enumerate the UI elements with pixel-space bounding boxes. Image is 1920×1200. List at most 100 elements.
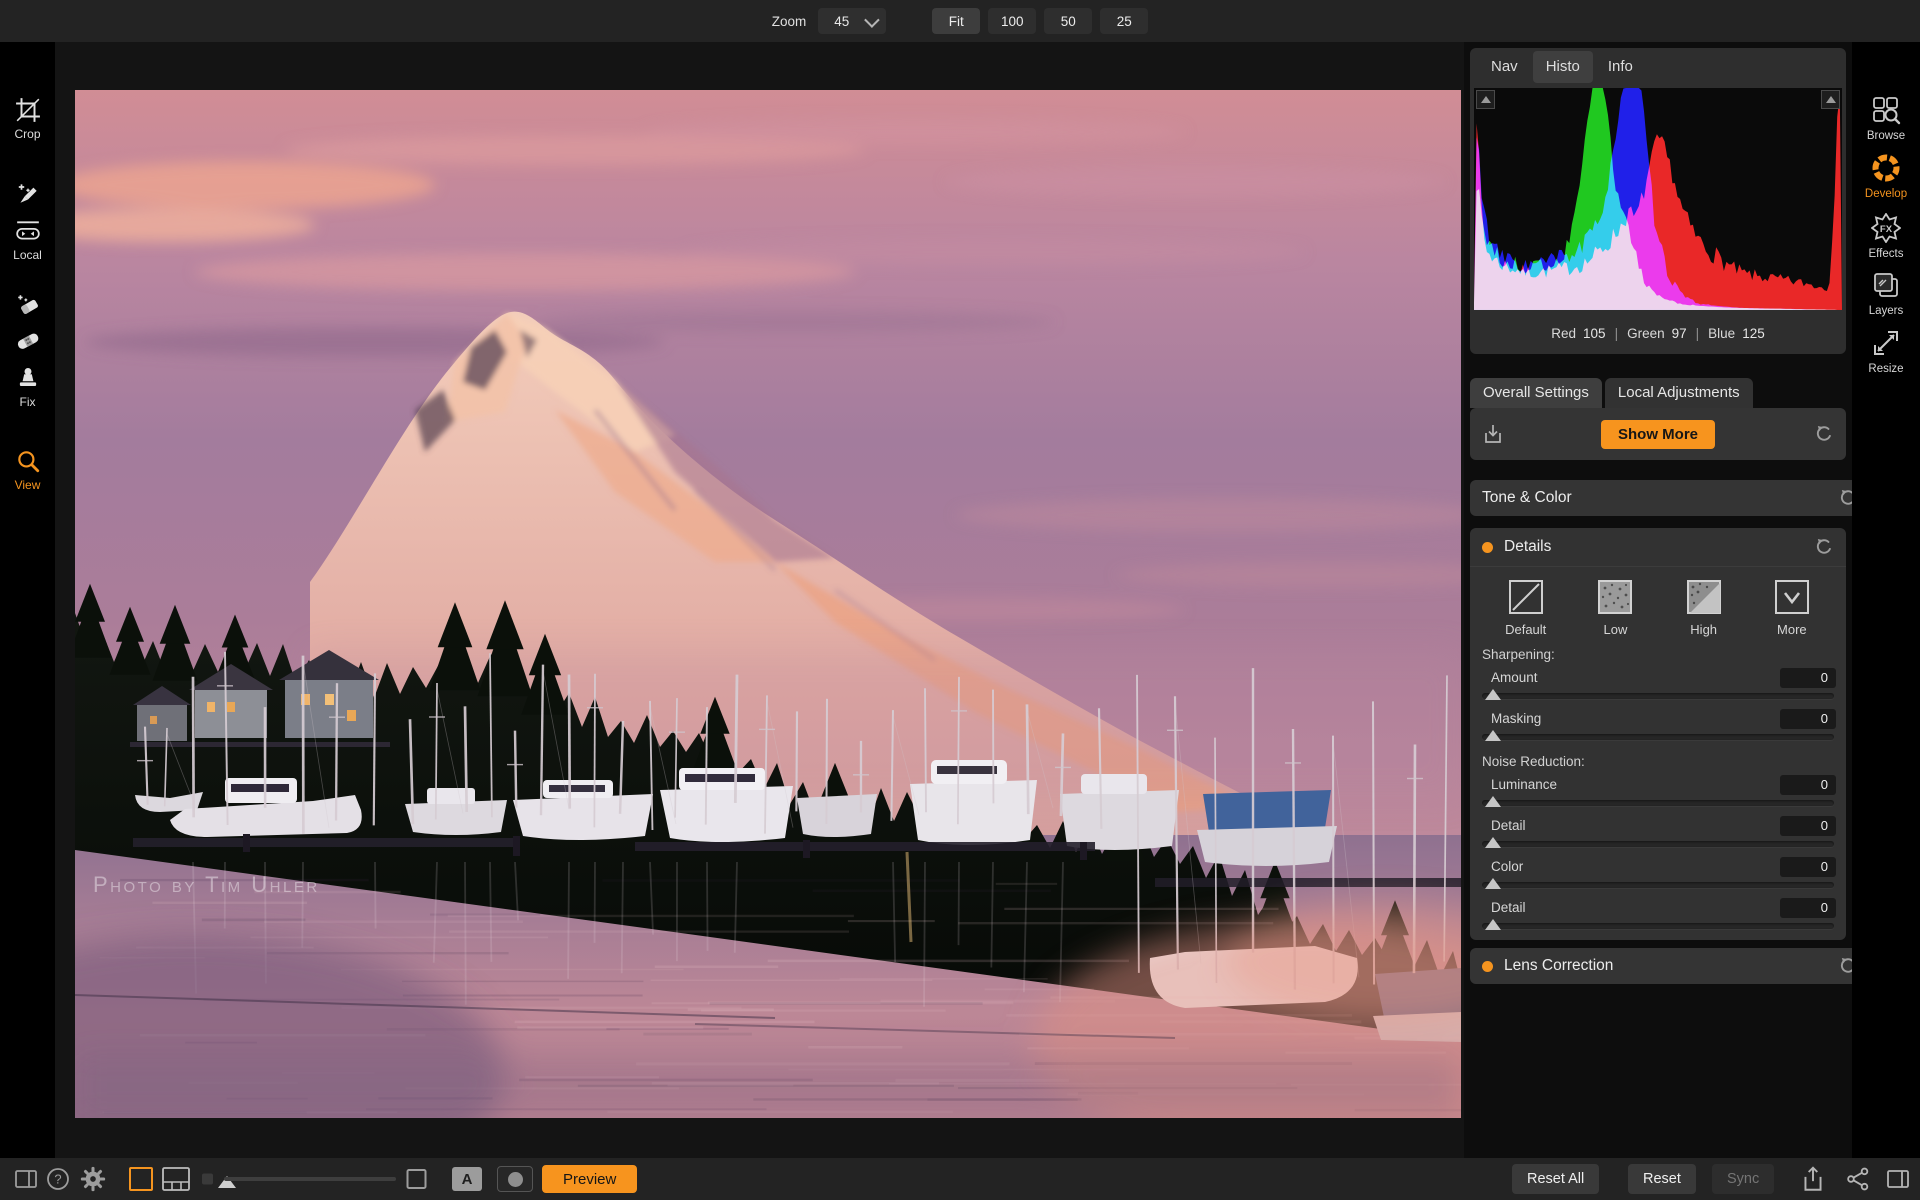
sync-button[interactable]: Sync: [1712, 1164, 1774, 1194]
reset-button[interactable]: Reset: [1628, 1164, 1696, 1194]
zoom-25-button[interactable]: 25: [1100, 8, 1148, 34]
image-canvas: Photo by Tim Uhler: [55, 42, 1464, 1158]
show-more-button[interactable]: Show More: [1601, 420, 1715, 449]
toggle-right-panel-button[interactable]: [1886, 1168, 1910, 1190]
healing-brush-icon: [15, 328, 41, 354]
undo-icon: [1815, 425, 1834, 444]
tab-info[interactable]: Info: [1595, 51, 1646, 83]
preset-more[interactable]: More: [1773, 578, 1811, 637]
local-brush-tool[interactable]: [0, 180, 55, 206]
more-preset-icon: [1773, 578, 1811, 616]
view-tool[interactable]: View: [0, 448, 55, 492]
slider-value[interactable]: 0: [1780, 668, 1836, 688]
detail-slider[interactable]: [1482, 841, 1834, 847]
slider-value[interactable]: 0: [1780, 857, 1836, 877]
slider-handle[interactable]: [1485, 837, 1501, 848]
shadow-clipping-indicator[interactable]: [1476, 90, 1495, 109]
slider-row-luminance: Luminance 0: [1470, 773, 1846, 796]
export-button[interactable]: [1800, 1165, 1826, 1193]
help-button[interactable]: ?: [46, 1167, 70, 1191]
preset-low[interactable]: Low: [1596, 578, 1634, 637]
blue-label: Blue: [1708, 326, 1735, 341]
slider-handle[interactable]: [1485, 919, 1501, 930]
enabled-indicator-icon[interactable]: [1482, 542, 1493, 553]
detail2-slider[interactable]: [1482, 923, 1834, 929]
panel-right-icon: [1886, 1168, 1910, 1190]
zoom-50-button[interactable]: 50: [1044, 8, 1092, 34]
share-button[interactable]: [1845, 1166, 1871, 1192]
default-preset-icon: [1507, 578, 1545, 616]
module-strip: Browse Develop FX Effects Layers Resize: [1852, 42, 1920, 1158]
top-toolbar: Zoom 45 Fit 100 50 25: [0, 0, 1920, 42]
mask-view-button[interactable]: [497, 1166, 533, 1192]
amount-slider[interactable]: [1482, 693, 1834, 699]
tab-overall-settings[interactable]: Overall Settings: [1470, 378, 1602, 408]
slider-value[interactable]: 0: [1780, 775, 1836, 795]
tab-histo[interactable]: Histo: [1533, 51, 1593, 83]
perfect-eraser-tool[interactable]: [0, 292, 55, 318]
import-preset-button[interactable]: [1482, 423, 1504, 445]
module-browse[interactable]: Browse: [1852, 95, 1920, 142]
slider-handle[interactable]: [1485, 878, 1501, 889]
slider-handle[interactable]: [1485, 796, 1501, 807]
zoom-fit-button[interactable]: Fit: [932, 8, 980, 34]
local-adjustments-tool[interactable]: Local: [0, 218, 55, 262]
preset-default[interactable]: Default: [1505, 578, 1546, 637]
slider-value[interactable]: 0: [1780, 709, 1836, 729]
tool-sidebar: Crop Local: [0, 42, 55, 1158]
lens-correction-section[interactable]: Lens Correction: [1470, 948, 1870, 984]
slider-handle[interactable]: [1485, 730, 1501, 741]
compare-view-button[interactable]: [405, 1168, 428, 1191]
histogram-chart: [1474, 88, 1842, 310]
layers-icon: [1871, 270, 1901, 300]
clone-stamp-tool[interactable]: Fix: [0, 365, 55, 409]
slider-value[interactable]: 0: [1780, 816, 1836, 836]
reset-presets-button[interactable]: [1815, 425, 1834, 444]
preview-button[interactable]: Preview: [542, 1165, 637, 1193]
zoom-level-value: 45: [834, 14, 849, 29]
zoom-100-button[interactable]: 100: [988, 8, 1036, 34]
crop-tool[interactable]: Crop: [0, 97, 55, 141]
crop-icon: [15, 97, 41, 123]
accessibility-badge[interactable]: A: [452, 1167, 482, 1191]
details-header[interactable]: Details: [1470, 528, 1846, 567]
svg-text:?: ?: [54, 1172, 61, 1187]
masking-slider[interactable]: [1482, 734, 1834, 740]
module-effects[interactable]: FX Effects: [1852, 213, 1920, 260]
filmstrip-zoom-slider[interactable]: [224, 1177, 396, 1181]
app-window: { "colors": {"accent": "#f5941f", "butto…: [0, 0, 1920, 1200]
resize-icon: [1871, 328, 1901, 358]
tone-color-section[interactable]: Tone & Color: [1470, 480, 1870, 516]
help-icon: ?: [46, 1167, 70, 1191]
color-slider[interactable]: [1482, 882, 1834, 888]
zoom-level-dropdown[interactable]: 45: [818, 8, 886, 34]
reset-all-button[interactable]: Reset All: [1512, 1164, 1599, 1194]
toggle-left-panel-button[interactable]: [14, 1168, 38, 1190]
preset-high[interactable]: High: [1685, 578, 1723, 637]
slider-value[interactable]: 0: [1780, 898, 1836, 918]
preset-label: Default: [1505, 622, 1546, 637]
reset-details-button[interactable]: [1815, 538, 1834, 557]
filmstrip-view-button[interactable]: [161, 1166, 191, 1192]
resize-label: Resize: [1868, 363, 1903, 375]
single-view-button[interactable]: [129, 1167, 153, 1191]
enabled-indicator-icon[interactable]: [1482, 961, 1493, 972]
tab-nav[interactable]: Nav: [1478, 51, 1531, 83]
module-develop[interactable]: Develop: [1852, 153, 1920, 200]
view-icon: [15, 448, 41, 474]
luminance-slider[interactable]: [1482, 800, 1834, 806]
slider-handle[interactable]: [1485, 689, 1501, 700]
separator: |: [1613, 326, 1621, 341]
zoom-preset-group: Fit 100 50 25: [932, 8, 1148, 34]
fix-tool-label: Fix: [20, 395, 36, 409]
tab-local-adjustments[interactable]: Local Adjustments: [1605, 378, 1753, 408]
noise-reduction-heading: Noise Reduction:: [1470, 748, 1846, 773]
highlight-clipping-indicator[interactable]: [1821, 90, 1840, 109]
thumbnail-size-icon: [202, 1174, 213, 1185]
healing-brush-tool[interactable]: [0, 328, 55, 354]
red-label: Red: [1551, 326, 1576, 341]
settings-button[interactable]: [80, 1166, 106, 1192]
module-layers[interactable]: Layers: [1852, 270, 1920, 317]
module-resize[interactable]: Resize: [1852, 328, 1920, 375]
photo-watermark: Photo by Tim Uhler: [93, 872, 320, 897]
